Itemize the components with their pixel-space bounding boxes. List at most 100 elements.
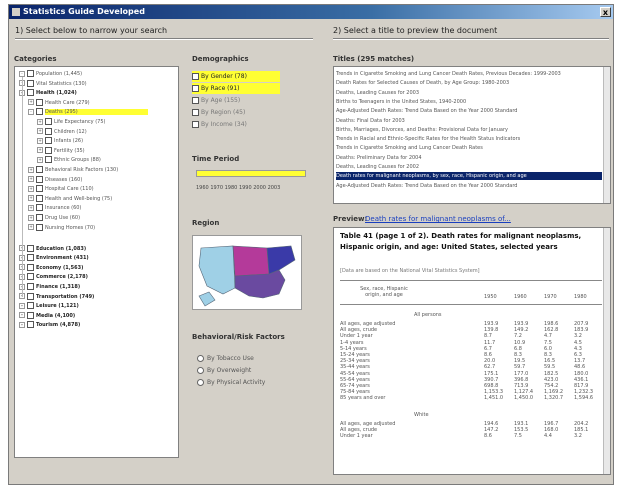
tree-item[interactable]: + Fertility (35) bbox=[37, 146, 85, 156]
title-list-item[interactable]: Trends in Cigarette Smoking and Lung Can… bbox=[336, 144, 602, 152]
tree-item-checkbox[interactable] bbox=[27, 321, 34, 329]
tree-item-checkbox[interactable] bbox=[27, 283, 34, 290]
tree-item[interactable]: -Transportation (749) bbox=[19, 292, 94, 302]
categories-tree[interactable]: -Population (1,445)-Vital Statistics (13… bbox=[14, 66, 179, 458]
tree-item-checkbox[interactable] bbox=[45, 156, 52, 164]
tree-item[interactable]: -Finance (1,318) bbox=[19, 283, 80, 292]
time-period-slider[interactable] bbox=[196, 170, 306, 177]
titles-scrollbar[interactable] bbox=[603, 67, 610, 203]
tree-item-checkbox[interactable] bbox=[45, 137, 52, 145]
demographic-option[interactable]: By Gender (78) bbox=[192, 71, 280, 82]
tree-item-checkbox[interactable] bbox=[27, 292, 34, 300]
risk-factor-radio[interactable] bbox=[197, 355, 204, 362]
tree-item[interactable]: + Health Care (279) bbox=[28, 98, 90, 108]
tree-item-checkbox[interactable] bbox=[27, 70, 34, 77]
tree-item-checkbox[interactable] bbox=[27, 311, 34, 319]
tree-item[interactable]: + Life Expectancy (75) bbox=[37, 118, 105, 127]
tree-item[interactable]: + Diseases (160) bbox=[28, 175, 82, 185]
tree-item-checkbox[interactable] bbox=[27, 244, 34, 252]
title-list-item[interactable]: Age-Adjusted Death Rates: Trend Data Bas… bbox=[336, 107, 602, 115]
demographic-checkbox[interactable] bbox=[192, 97, 199, 104]
close-button[interactable]: x bbox=[600, 7, 611, 17]
demographic-checkbox[interactable] bbox=[192, 109, 199, 116]
expand-toggle-icon[interactable]: - bbox=[19, 312, 25, 319]
tree-item-checkbox[interactable] bbox=[27, 79, 34, 87]
title-list-item[interactable]: Death rates for malignant neoplasms, by … bbox=[336, 172, 602, 181]
risk-factor-option[interactable]: By Overweight bbox=[197, 367, 251, 374]
expand-toggle-icon[interactable]: + bbox=[28, 224, 34, 231]
tree-item[interactable]: - Leisure (1,121) bbox=[19, 302, 79, 311]
expand-toggle-icon[interactable]: - bbox=[19, 70, 25, 77]
tree-item-checkbox[interactable] bbox=[27, 273, 34, 281]
tree-item[interactable]: + Nursing Homes (70) bbox=[28, 223, 95, 233]
tree-item[interactable]: - Media (4,100) bbox=[19, 311, 75, 321]
tree-item-checkbox[interactable] bbox=[36, 223, 43, 231]
tree-item-checkbox[interactable] bbox=[36, 108, 43, 116]
expand-toggle-icon[interactable]: + bbox=[37, 156, 43, 163]
tree-item[interactable]: + Hospital Care (110) bbox=[28, 185, 94, 194]
tree-item[interactable]: -Economy (1,563) bbox=[19, 263, 83, 273]
tree-item[interactable]: + Children (12) bbox=[37, 127, 87, 137]
tree-item-checkbox[interactable] bbox=[27, 89, 34, 97]
preview-scrollbar[interactable] bbox=[603, 228, 610, 474]
tree-item-checkbox[interactable] bbox=[36, 214, 43, 221]
tree-item[interactable]: -Vital Statistics (130) bbox=[19, 79, 87, 89]
tree-item[interactable]: -Education (1,083) bbox=[19, 244, 86, 254]
us-region-map[interactable] bbox=[192, 235, 302, 310]
expand-toggle-icon[interactable]: + bbox=[37, 118, 43, 125]
tree-item-checkbox[interactable] bbox=[36, 194, 43, 202]
expand-toggle-icon[interactable]: + bbox=[28, 99, 34, 106]
tree-item[interactable]: + Ethnic Groups (88) bbox=[37, 156, 101, 165]
expand-toggle-icon[interactable]: + bbox=[28, 176, 34, 183]
expand-toggle-icon[interactable]: - bbox=[19, 302, 25, 309]
expand-toggle-icon[interactable]: + bbox=[28, 185, 34, 192]
title-list-item[interactable]: Deaths: Final Data for 2003 bbox=[336, 117, 602, 125]
tree-item-checkbox[interactable] bbox=[36, 185, 43, 193]
demographic-checkbox[interactable] bbox=[192, 73, 199, 80]
risk-factor-radio[interactable] bbox=[197, 367, 204, 374]
title-list-item[interactable]: Trends in Racial and Ethnic-Specific Rat… bbox=[336, 135, 602, 143]
preview-link[interactable]: Death rates for malignant neoplasms of..… bbox=[365, 215, 511, 223]
expand-toggle-icon[interactable]: + bbox=[28, 214, 34, 221]
tree-item[interactable]: + Behavioral Risk Factors (130) bbox=[28, 166, 118, 175]
title-list-item[interactable]: Deaths, Leading Causes for 2002 bbox=[336, 163, 602, 171]
expand-toggle-icon[interactable]: + bbox=[37, 137, 43, 144]
titles-list[interactable]: Trends in Cigarette Smoking and Lung Can… bbox=[333, 66, 611, 204]
tree-item[interactable]: -Health (1,024) bbox=[19, 89, 77, 98]
tree-item[interactable]: -Environment (431) bbox=[19, 254, 89, 263]
tree-item-checkbox[interactable] bbox=[27, 302, 34, 310]
tree-item-checkbox[interactable] bbox=[45, 118, 52, 125]
expand-toggle-icon[interactable]: + bbox=[37, 128, 43, 135]
tree-item-checkbox[interactable] bbox=[27, 263, 34, 271]
title-list-item[interactable]: Deaths: Preliminary Data for 2004 bbox=[336, 154, 602, 162]
tree-item-checkbox[interactable] bbox=[36, 204, 43, 212]
expand-toggle-icon[interactable]: - bbox=[28, 108, 34, 115]
demographic-option[interactable]: By Age (155) bbox=[192, 95, 240, 106]
tree-item-checkbox[interactable] bbox=[45, 127, 52, 135]
demographic-option[interactable]: By Region (45) bbox=[192, 107, 245, 118]
demographic-option[interactable]: By Income (34) bbox=[192, 119, 247, 130]
title-list-item[interactable]: Births to Teenagers in the United States… bbox=[336, 98, 602, 106]
expand-toggle-icon[interactable]: + bbox=[28, 204, 34, 211]
expand-toggle-icon[interactable]: - bbox=[19, 321, 25, 328]
demographic-checkbox[interactable] bbox=[192, 121, 199, 128]
expand-toggle-icon[interactable]: + bbox=[28, 195, 34, 202]
tree-item-checkbox[interactable] bbox=[36, 98, 43, 106]
tree-item[interactable]: -Commerce (2,178) bbox=[19, 273, 88, 282]
demographic-checkbox[interactable] bbox=[192, 85, 199, 92]
title-list-item[interactable]: Births, Marriages, Divorces, and Deaths:… bbox=[336, 126, 602, 134]
tree-item[interactable]: + Insurance (60) bbox=[28, 204, 81, 213]
risk-factor-option[interactable]: By Tobacco Use bbox=[197, 355, 254, 362]
tree-item[interactable]: - Deaths (295) bbox=[28, 108, 148, 117]
tree-item[interactable]: - Population (1,445) bbox=[19, 70, 82, 79]
risk-factor-radio[interactable] bbox=[197, 379, 204, 386]
tree-item[interactable]: + Infants (26) bbox=[37, 137, 83, 146]
risk-factor-option[interactable]: By Physical Activity bbox=[197, 379, 265, 386]
title-list-item[interactable]: Death Rates for Selected Causes of Death… bbox=[336, 79, 602, 87]
tree-item[interactable]: - Tourism (4,878) bbox=[19, 321, 80, 330]
tree-item-checkbox[interactable] bbox=[27, 254, 34, 262]
tree-item-checkbox[interactable] bbox=[36, 175, 43, 183]
title-list-item[interactable]: Age-Adjusted Death Rates: Trend Data Bas… bbox=[336, 182, 602, 190]
tree-item[interactable]: + Health and Well-being (75) bbox=[28, 194, 112, 204]
expand-toggle-icon[interactable]: + bbox=[28, 166, 34, 173]
